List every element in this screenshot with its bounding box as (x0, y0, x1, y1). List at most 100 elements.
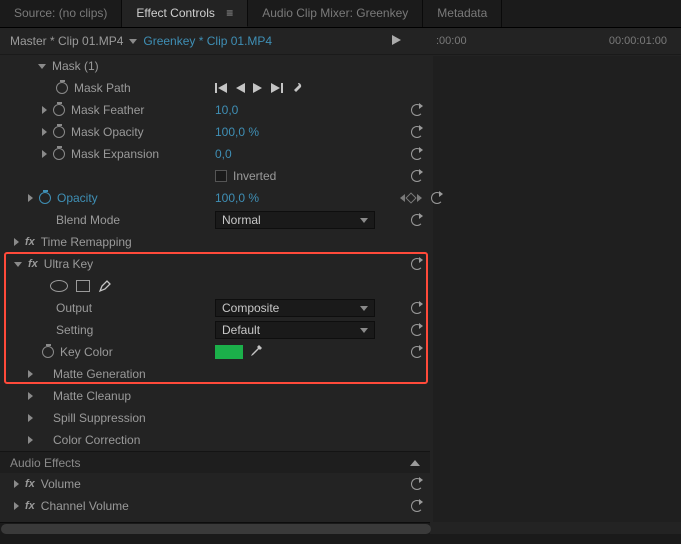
step-back-icon[interactable] (235, 83, 245, 93)
mask-expansion-label[interactable]: Mask Expansion (71, 147, 159, 161)
tab-metadata[interactable]: Metadata (423, 0, 502, 27)
tab-effect-controls-label: Effect Controls (136, 6, 214, 20)
stopwatch-icon[interactable] (53, 148, 65, 160)
setting-label[interactable]: Setting (56, 323, 93, 337)
color-correction-label[interactable]: Color Correction (53, 433, 140, 447)
reset-icon[interactable] (410, 258, 424, 270)
setting-value: Default (222, 323, 260, 337)
time-remapping-label[interactable]: Time Remapping (41, 235, 132, 249)
disclosure-triangle-icon[interactable] (28, 414, 33, 422)
reset-icon[interactable] (410, 346, 424, 358)
disclosure-triangle-icon[interactable] (28, 436, 33, 444)
prev-keyframe-icon[interactable] (400, 194, 405, 202)
fx-badge-icon: fx (28, 258, 38, 270)
reset-icon[interactable] (410, 148, 424, 160)
disclosure-triangle-icon[interactable] (42, 106, 47, 114)
panel-tabs: Source: (no clips) Effect Controls ≡ Aud… (0, 0, 681, 28)
mask-path-label[interactable]: Mask Path (74, 81, 131, 95)
chevron-down-icon (360, 328, 368, 333)
chevron-down-icon (360, 306, 368, 311)
opacity-value[interactable]: 100,0 % (215, 191, 259, 205)
keyframe-nav (400, 194, 422, 202)
ruler-tick-1: 00:00:01:00 (609, 35, 667, 47)
mask-feather-label[interactable]: Mask Feather (71, 103, 144, 117)
wrench-icon[interactable] (291, 82, 303, 94)
tab-audio-mixer[interactable]: Audio Clip Mixer: Greenkey (248, 0, 423, 27)
disclosure-triangle-icon[interactable] (28, 194, 33, 202)
disclosure-triangle-icon[interactable] (42, 128, 47, 136)
disclosure-triangle-icon[interactable] (14, 502, 19, 510)
timeline-ruler[interactable]: :00:00 00:00:01:00 (428, 35, 675, 47)
stopwatch-icon[interactable] (53, 104, 65, 116)
opacity-label[interactable]: Opacity (57, 191, 98, 205)
add-keyframe-icon[interactable] (405, 192, 416, 203)
disclosure-triangle-icon[interactable] (14, 238, 19, 246)
sequence-clip-link[interactable]: Greenkey * Clip 01.MP4 (143, 34, 272, 48)
output-label[interactable]: Output (56, 301, 92, 315)
inverted-label: Inverted (233, 169, 276, 183)
ultra-key-label[interactable]: Ultra Key (44, 257, 93, 271)
disclosure-triangle-icon[interactable] (14, 480, 19, 488)
fx-badge-icon: fx (25, 500, 35, 512)
stopwatch-icon[interactable] (42, 346, 54, 358)
play-only-icon[interactable] (392, 34, 402, 48)
eyedropper-icon[interactable] (249, 345, 263, 359)
blend-mode-dropdown[interactable]: Normal (215, 211, 375, 229)
matte-generation-label[interactable]: Matte Generation (53, 367, 146, 381)
reset-icon[interactable] (410, 170, 424, 182)
rectangle-mask-icon[interactable] (76, 280, 90, 292)
mask-opacity-value[interactable]: 100,0 % (215, 125, 259, 139)
reset-icon[interactable] (410, 104, 424, 116)
key-color-swatch[interactable] (215, 345, 243, 359)
collapse-up-icon[interactable] (410, 460, 420, 466)
mask-feather-value[interactable]: 10,0 (215, 103, 238, 117)
key-color-label[interactable]: Key Color (60, 345, 113, 359)
reset-icon[interactable] (410, 324, 424, 336)
matte-cleanup-label[interactable]: Matte Cleanup (53, 389, 131, 403)
reset-icon[interactable] (430, 192, 444, 204)
setting-dropdown[interactable]: Default (215, 321, 375, 339)
mask-group-label[interactable]: Mask (1) (52, 59, 99, 73)
chevron-down-icon[interactable] (129, 39, 137, 44)
volume-label[interactable]: Volume (41, 477, 81, 491)
spill-suppression-label[interactable]: Spill Suppression (53, 411, 146, 425)
inverted-checkbox[interactable] (215, 170, 227, 182)
horizontal-scrollbar-track[interactable] (0, 522, 430, 534)
mask-path-transport (215, 82, 303, 94)
reset-icon[interactable] (410, 302, 424, 314)
reset-icon[interactable] (410, 126, 424, 138)
master-clip-label[interactable]: Master * Clip 01.MP4 (10, 34, 123, 48)
blend-mode-label[interactable]: Blend Mode (56, 213, 120, 227)
stopwatch-icon[interactable] (39, 192, 51, 204)
output-value: Composite (222, 301, 279, 315)
channel-volume-label[interactable]: Channel Volume (41, 499, 129, 513)
play-icon[interactable] (253, 83, 263, 93)
mask-expansion-value[interactable]: 0,0 (215, 147, 232, 161)
stopwatch-icon[interactable] (53, 126, 65, 138)
horizontal-scrollbar-thumb[interactable] (1, 524, 431, 534)
goto-next-keyframe-icon[interactable] (271, 83, 283, 93)
disclosure-triangle-icon[interactable] (38, 64, 46, 69)
disclosure-triangle-icon[interactable] (14, 262, 22, 267)
audio-effects-label: Audio Effects (10, 456, 81, 470)
disclosure-triangle-icon[interactable] (28, 392, 33, 400)
disclosure-triangle-icon[interactable] (28, 370, 33, 378)
output-dropdown[interactable]: Composite (215, 299, 375, 317)
audio-effects-section[interactable]: Audio Effects (0, 451, 430, 473)
reset-icon[interactable] (410, 478, 424, 490)
panel-menu-icon[interactable]: ≡ (226, 6, 233, 20)
reset-icon[interactable] (410, 500, 424, 512)
ellipse-mask-icon[interactable] (50, 280, 68, 292)
reset-icon[interactable] (410, 214, 424, 226)
pen-mask-icon[interactable] (98, 279, 112, 293)
tab-effect-controls[interactable]: Effect Controls ≡ (122, 0, 248, 27)
goto-prev-keyframe-icon[interactable] (215, 83, 227, 93)
chevron-down-icon (360, 218, 368, 223)
mask-opacity-label[interactable]: Mask Opacity (71, 125, 144, 139)
keyframe-timeline-area[interactable] (433, 56, 681, 522)
disclosure-triangle-icon[interactable] (42, 150, 47, 158)
blend-mode-value: Normal (222, 213, 261, 227)
next-keyframe-icon[interactable] (417, 194, 422, 202)
tab-source[interactable]: Source: (no clips) (0, 0, 122, 27)
stopwatch-icon[interactable] (56, 82, 68, 94)
